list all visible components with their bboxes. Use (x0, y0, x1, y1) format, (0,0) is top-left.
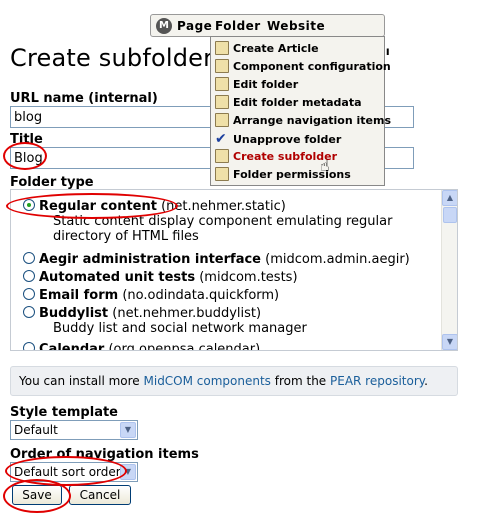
style-template-label: Style template (10, 405, 118, 420)
folder-option-calendar[interactable]: Calendar (org.openpsa.calendar) (23, 342, 260, 350)
radio-icon[interactable] (23, 270, 35, 282)
menu-item-folder-permissions[interactable]: Folder permissions (215, 167, 351, 185)
scroll-up-icon[interactable]: ▲ (442, 190, 457, 206)
option-id: (net.nehmer.buddylist) (112, 306, 262, 321)
menu-item-label: Create Article (233, 42, 319, 55)
option-id: (midcom.admin.aegir) (265, 252, 410, 267)
menu-item-label: Unapprove folder (233, 133, 342, 146)
menu-item-edit-folder[interactable]: Edit folder (215, 77, 298, 95)
menu-item-label: Edit folder metadata (233, 96, 362, 109)
folder-option-unit-tests[interactable]: Automated unit tests (midcom.tests) (23, 270, 298, 285)
document-icon (215, 41, 229, 55)
edit-icon (215, 77, 229, 91)
option-name: Email form (39, 288, 119, 303)
folder-option-email-form[interactable]: Email form (no.odindata.quickform) (23, 288, 279, 303)
title-label: Title (10, 132, 43, 147)
style-template-select[interactable]: Default ▼ (10, 420, 138, 440)
radio-icon[interactable] (23, 252, 35, 264)
menu-item-unapprove-folder[interactable]: ✔ Unapprove folder (215, 131, 341, 149)
chevron-down-icon[interactable]: ▼ (120, 422, 136, 438)
menu-folder[interactable]: Folder (215, 19, 261, 33)
scroll-down-icon[interactable]: ▼ (442, 334, 457, 350)
folder-icon (215, 149, 229, 163)
option-id: (net.nehmer.static) (161, 199, 286, 214)
nav-order-select[interactable]: Default sort order ▼ (10, 462, 138, 482)
option-description: Static content display component emulati… (53, 214, 393, 244)
save-button[interactable]: Save (12, 485, 62, 505)
radio-icon[interactable] (23, 288, 35, 300)
menu-item-create-subfolder[interactable]: Create subfolder (215, 149, 337, 167)
option-name: Automated unit tests (39, 270, 196, 285)
folder-type-label: Folder type (10, 175, 94, 190)
style-template-value: Default (14, 423, 58, 437)
menu-page[interactable]: Page (177, 19, 212, 33)
midcom-toolbar: M Page Folder Website (150, 14, 385, 37)
radio-selected-icon[interactable] (23, 199, 35, 211)
cancel-button[interactable]: Cancel (69, 485, 131, 505)
menu-item-edit-folder-metadata[interactable]: Edit folder metadata (215, 95, 362, 113)
radio-icon[interactable] (23, 342, 35, 350)
info-prefix: You can install more (19, 374, 144, 388)
option-name: Buddylist (39, 306, 109, 321)
menu-item-label: Edit folder (233, 78, 299, 91)
page-title: Create subfolder (10, 44, 214, 72)
option-description: Buddy list and social network manager (53, 321, 307, 336)
hand-cursor-icon: ☝ (320, 156, 330, 175)
option-id: (no.odindata.quickform) (122, 288, 280, 303)
menu-item-arrange-navigation[interactable]: Arrange navigation items (215, 113, 391, 131)
menu-item-label: Component configuration (233, 60, 391, 73)
option-id: (midcom.tests) (199, 270, 298, 285)
folder-option-aegir[interactable]: Aegir administration interface (midcom.a… (23, 252, 410, 267)
option-name: Calendar (39, 342, 105, 350)
configuration-icon (215, 59, 229, 73)
url-name-label: URL name (internal) (10, 91, 158, 106)
metadata-icon (215, 95, 229, 109)
option-name: Aegir administration interface (39, 252, 261, 267)
menu-website[interactable]: Website (267, 19, 325, 33)
nav-order-label: Order of navigation items (10, 447, 199, 462)
option-id: (org.openpsa.calendar) (108, 342, 261, 350)
scroll-thumb[interactable] (443, 207, 457, 223)
chevron-down-icon[interactable]: ▼ (120, 464, 136, 480)
folder-type-list[interactable]: Regular content (net.nehmer.static) Stat… (10, 189, 458, 351)
menu-item-label: Arrange navigation items (233, 114, 392, 127)
folder-menu-dropdown: Create Article Component configuration E… (210, 36, 391, 186)
checkmark-icon: ✔ (215, 131, 227, 147)
midcom-logo-icon: M (156, 18, 172, 34)
pear-repository-link[interactable]: PEAR repository (330, 374, 424, 388)
nav-order-value: Default sort order (14, 465, 121, 479)
info-suffix: . (424, 374, 428, 388)
menu-item-create-article[interactable]: Create Article (215, 41, 319, 59)
menu-item-component-configuration[interactable]: Component configuration (215, 59, 391, 77)
midcom-components-link[interactable]: MidCOM components (144, 374, 271, 388)
info-middle: from the (270, 374, 330, 388)
folder-option-buddylist[interactable]: Buddylist (net.nehmer.buddylist) Buddy l… (23, 306, 307, 336)
folder-option-regular-content[interactable]: Regular content (net.nehmer.static) Stat… (23, 199, 433, 244)
radio-icon[interactable] (23, 306, 35, 318)
info-box: You can install more MidCOM components f… (10, 366, 458, 396)
list-scrollbar[interactable]: ▲ ▼ (441, 190, 457, 350)
menu-item-label: Folder permissions (233, 168, 351, 181)
arrange-icon (215, 113, 229, 127)
permissions-icon (215, 167, 229, 181)
option-name: Regular content (39, 199, 157, 214)
